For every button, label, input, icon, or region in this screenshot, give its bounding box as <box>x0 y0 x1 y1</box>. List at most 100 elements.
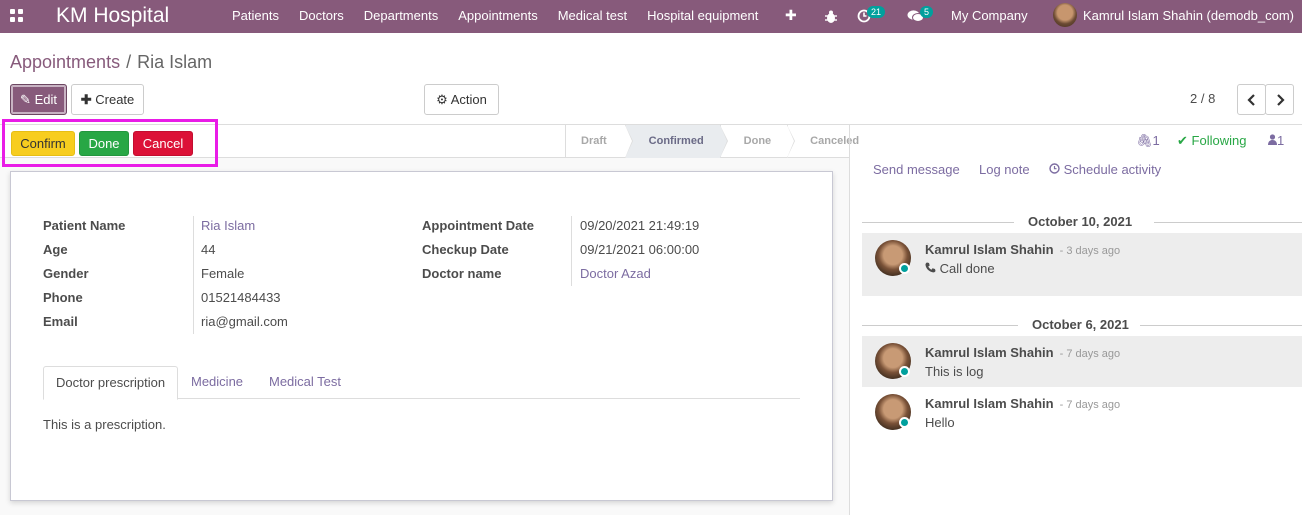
menu-item-doctors[interactable]: Doctors <box>289 0 354 33</box>
stage-done[interactable]: Done <box>719 125 796 158</box>
tab-medicine[interactable]: Medicine <box>179 366 255 399</box>
stage-canceled[interactable]: Canceled <box>787 125 874 158</box>
activity-count-badge: 21 <box>867 6 886 18</box>
chatter-divider <box>849 125 850 515</box>
value-gender: Female <box>201 266 245 281</box>
label-gender: Gender <box>43 266 89 281</box>
stage-draft[interactable]: Draft <box>565 125 633 158</box>
stage-canceled-label: Canceled <box>810 135 860 147</box>
chevron-left-icon <box>1246 94 1255 106</box>
user-icon <box>1268 134 1277 145</box>
gear-icon: ⚙ <box>436 92 448 107</box>
main-menu: Patients Doctors Departments Appointment… <box>222 0 768 33</box>
user-menu[interactable]: Kamrul Islam Shahin (demodb_com) <box>1083 0 1294 31</box>
chatter-message: Kamrul Islam Shahin - 3 days ago Call don… <box>862 233 1302 296</box>
log-note-button[interactable]: Log note <box>979 162 1030 178</box>
message-count-badge: 5 <box>920 6 934 18</box>
pencil-icon: ✎ <box>20 92 31 107</box>
menu-item-appointments[interactable]: Appointments <box>448 0 548 33</box>
stage-draft-label: Draft <box>581 135 607 147</box>
pager-value[interactable]: 2 / 8 <box>1190 91 1215 106</box>
date-separator: October 6, 2021 <box>862 317 1302 333</box>
menu-item-patients[interactable]: Patients <box>222 0 289 33</box>
message-author[interactable]: Kamrul Islam Shahin - 7 days ago <box>925 396 1120 413</box>
plus-icon: ✚ <box>80 92 92 107</box>
label-appointment-date: Appointment Date <box>422 218 534 233</box>
message-body: Call done <box>925 261 995 277</box>
bug-icon[interactable] <box>824 0 838 33</box>
label-phone: Phone <box>43 290 83 305</box>
apps-menu-icon[interactable] <box>10 9 24 23</box>
online-status-icon <box>899 263 910 274</box>
message-time: - 7 days ago <box>1059 399 1121 411</box>
label-email: Email <box>43 314 78 329</box>
message-author[interactable]: Kamrul Islam Shahin - 3 days ago <box>925 242 1120 259</box>
message-body-text: Call done <box>939 261 995 276</box>
menu-item-medical-test[interactable]: Medical test <box>548 0 637 33</box>
edit-button[interactable]: ✎ Edit <box>10 84 67 115</box>
message-body: Hello <box>925 415 955 430</box>
message-body: This is log <box>925 364 984 379</box>
value-email: ria@gmail.com <box>201 314 288 329</box>
user-avatar[interactable] <box>1053 3 1077 27</box>
check-icon: ✔ <box>1177 133 1188 148</box>
breadcrumb-separator: / <box>126 52 132 72</box>
stage-done-label: Done <box>743 135 772 147</box>
value-appointment-date: 09/20/2021 21:49:19 <box>580 218 700 233</box>
schedule-activity-button[interactable]: Schedule activity <box>1049 162 1161 178</box>
menu-item-departments[interactable]: Departments <box>354 0 448 33</box>
value-phone: 01521484433 <box>201 290 281 305</box>
top-navbar: KM Hospital Patients Doctors Departments… <box>0 0 1302 33</box>
action-dropdown-button[interactable]: ⚙ Action <box>424 84 499 115</box>
followers-count: 1 <box>1277 133 1285 148</box>
menu-item-hospital-equipment[interactable]: Hospital equipment <box>637 0 768 33</box>
breadcrumb-current: Ria Islam <box>137 52 213 72</box>
message-author[interactable]: Kamrul Islam Shahin - 7 days ago <box>925 345 1120 362</box>
create-button-label: Create <box>95 92 135 107</box>
value-patient-name[interactable]: Ria Islam <box>201 218 255 234</box>
stage-confirmed-label: Confirmed <box>648 135 704 147</box>
following-label: Following <box>1191 133 1247 148</box>
attachments-button[interactable]: 🖇1 <box>1136 133 1160 149</box>
paperclip-icon: 🖇 <box>1136 133 1153 148</box>
tab-doctor-prescription[interactable]: Doctor prescription <box>43 366 179 400</box>
pager-previous-button[interactable] <box>1237 84 1266 115</box>
send-message-button[interactable]: Send message <box>873 162 960 178</box>
action-button-label: Action <box>450 92 487 107</box>
action-buttons-highlight <box>2 119 218 167</box>
left-group-separator <box>193 216 194 334</box>
edit-button-label: Edit <box>34 92 57 107</box>
message-time: - 7 days ago <box>1059 348 1121 360</box>
label-checkup-date: Checkup Date <box>422 242 509 257</box>
app-brand: KM Hospital <box>56 4 170 27</box>
label-patient-name: Patient Name <box>43 218 126 233</box>
message-time: - 3 days ago <box>1059 245 1121 257</box>
value-age: 44 <box>201 242 216 257</box>
clock-icon <box>1049 163 1060 174</box>
attachment-count: 1 <box>1152 133 1160 148</box>
breadcrumb-appointments-link[interactable]: Appointments <box>10 52 120 72</box>
label-age: Age <box>43 242 68 257</box>
label-doctor-name: Doctor name <box>422 266 502 281</box>
online-status-icon <box>899 417 910 428</box>
following-button[interactable]: ✔ Following <box>1177 133 1246 149</box>
chevron-right-icon <box>1276 94 1285 106</box>
phone-icon <box>925 262 936 273</box>
company-switcher[interactable]: My Company <box>951 0 1028 31</box>
pager-next-button[interactable] <box>1265 84 1294 115</box>
tab-medical-test[interactable]: Medical Test <box>257 366 353 399</box>
schedule-activity-label: Schedule activity <box>1063 162 1162 177</box>
create-button[interactable]: ✚ Create <box>71 84 144 115</box>
prescription-content[interactable]: This is a prescription. <box>43 417 166 432</box>
value-doctor-name[interactable]: Doctor Azad <box>580 266 651 282</box>
followers-button[interactable]: 1 <box>1268 133 1284 149</box>
date-separator-label: October 6, 2021 <box>1032 317 1129 332</box>
date-separator: October 10, 2021 <box>862 214 1302 230</box>
right-group-separator <box>571 216 572 286</box>
breadcrumb: Appointments / Ria Islam <box>10 51 212 73</box>
value-checkup-date: 09/21/2021 06:00:00 <box>580 242 700 257</box>
chatter-message: Kamrul Islam Shahin - 7 days ago This is … <box>862 336 1302 387</box>
date-separator-label: October 10, 2021 <box>1028 214 1133 229</box>
stage-confirmed: Confirmed <box>624 125 728 158</box>
plus-icon[interactable]: ✚ <box>785 0 797 33</box>
